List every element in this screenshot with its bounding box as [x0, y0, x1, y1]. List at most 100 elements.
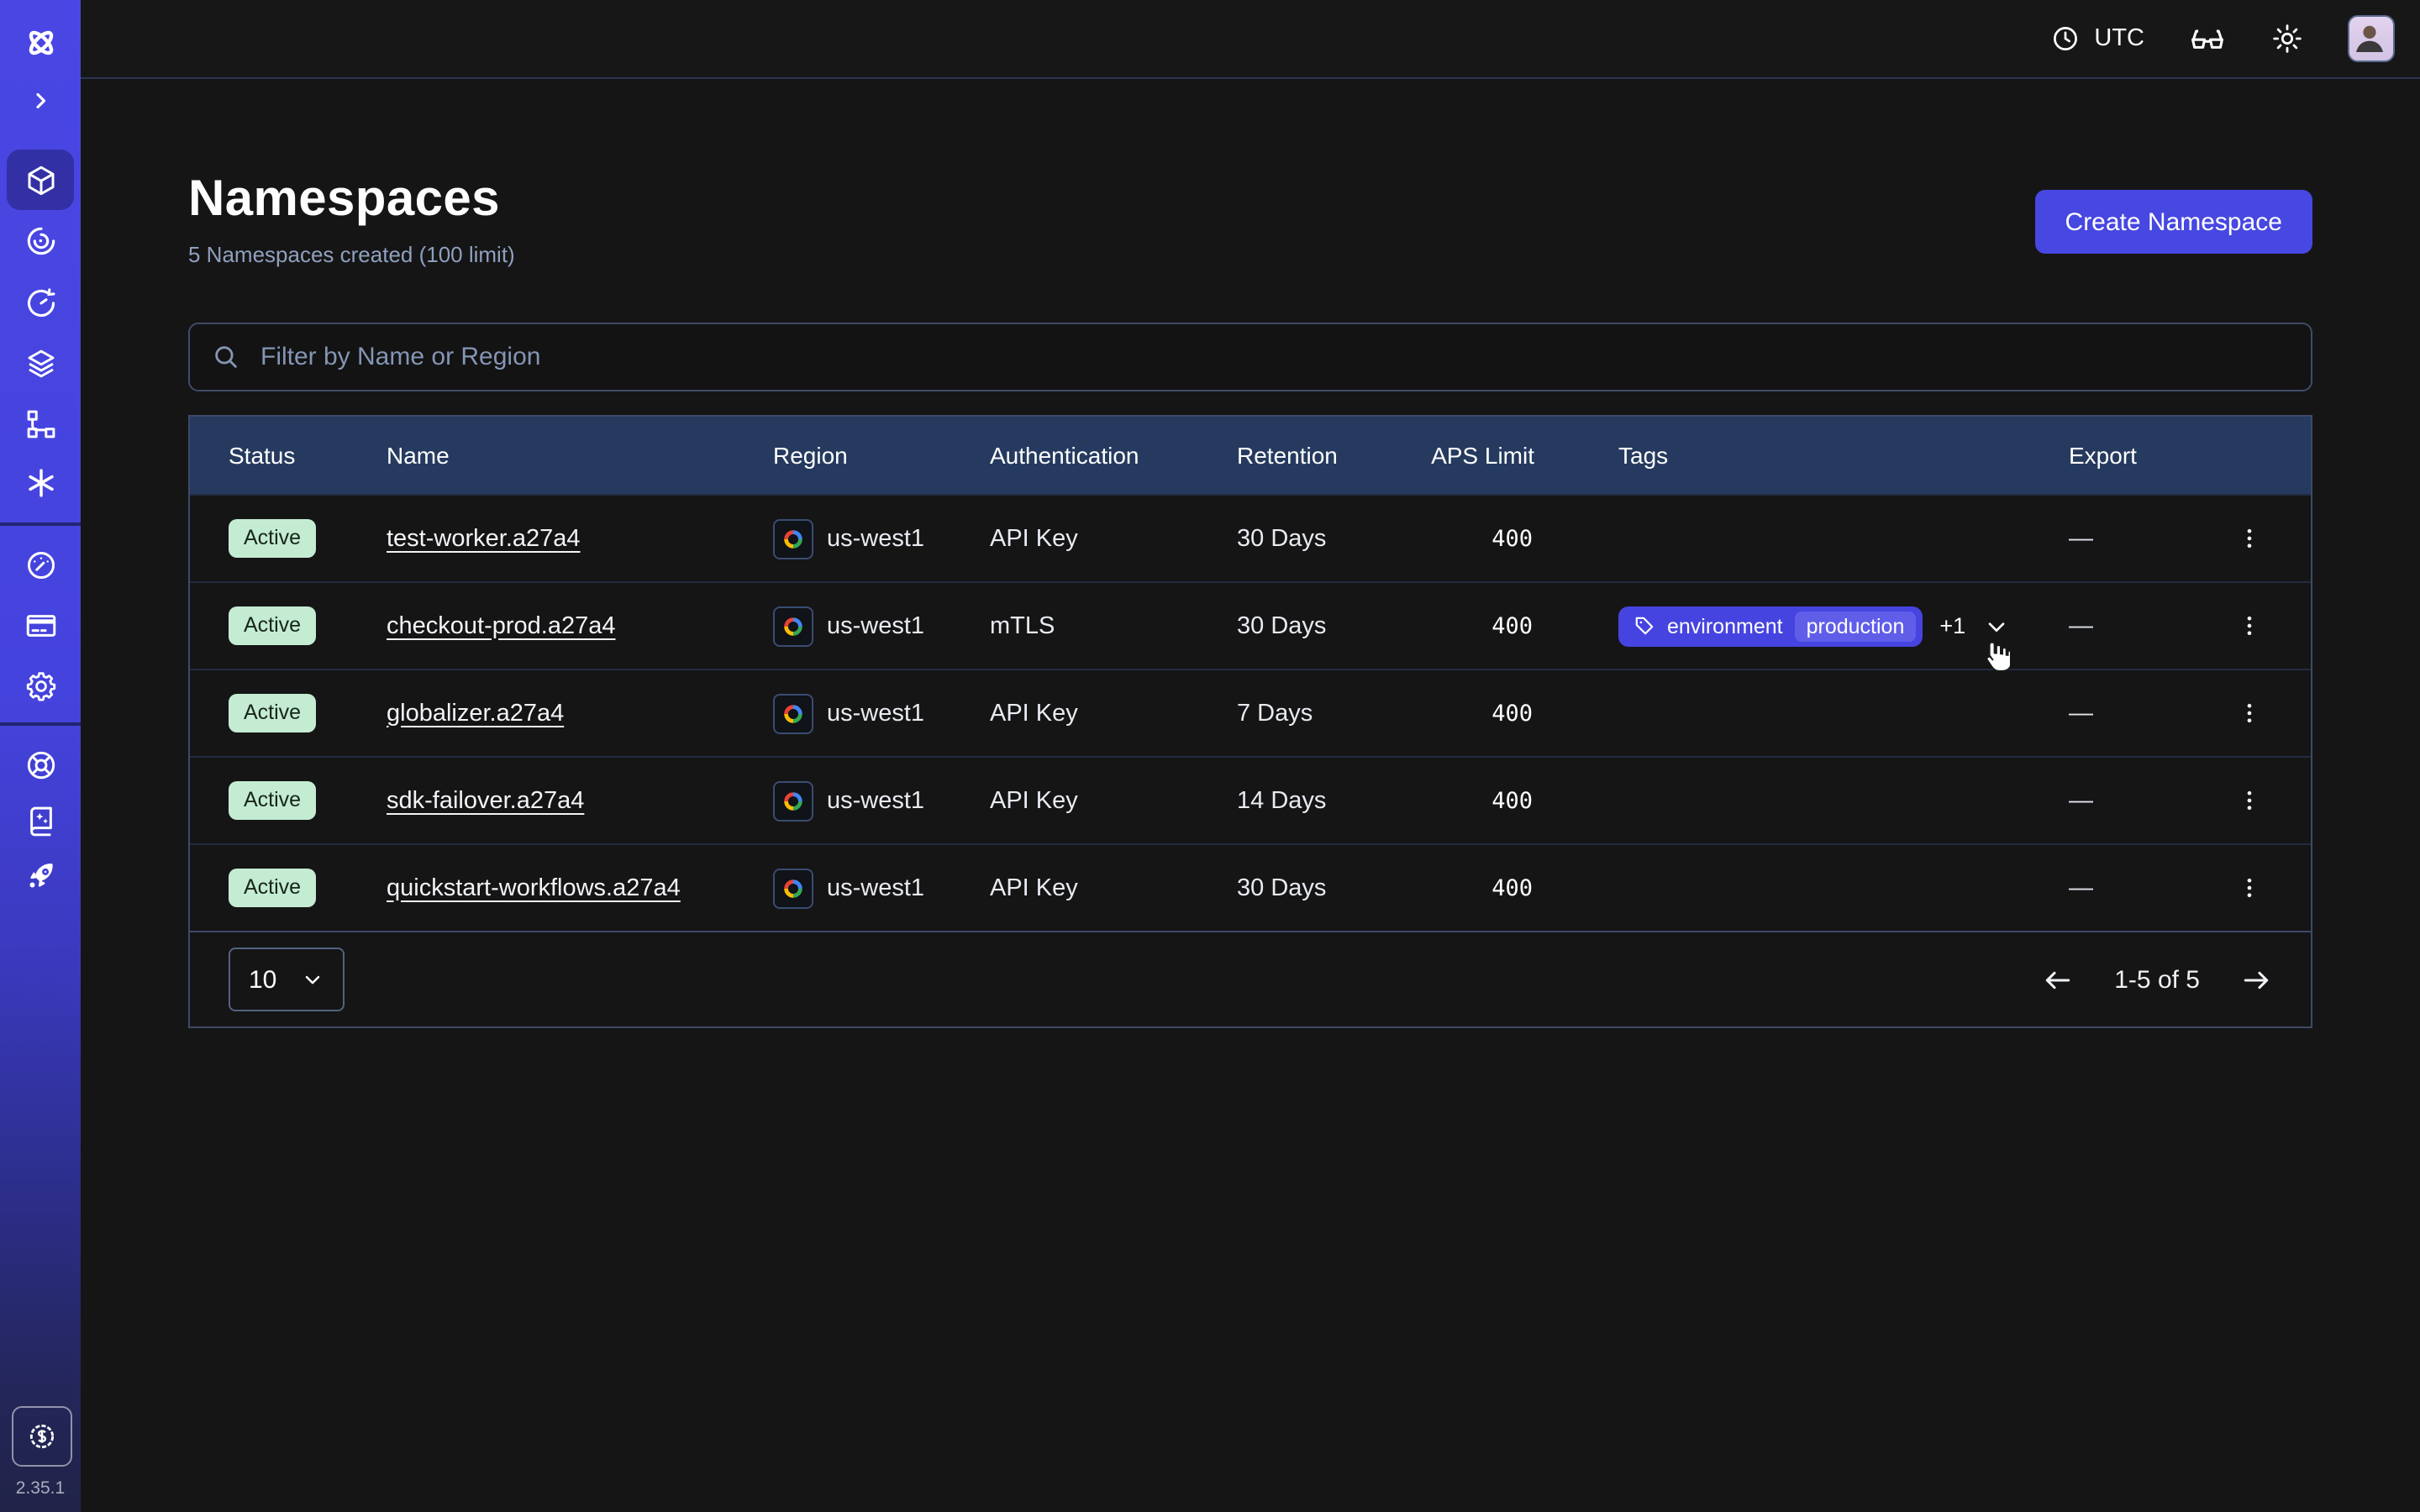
sidebar-item-namespaces[interactable]: [7, 150, 74, 210]
auth-value: API Key: [990, 787, 1237, 814]
prev-page-button[interactable]: [2042, 963, 2074, 995]
page-subtitle: 5 Namespaces created (100 limit): [188, 242, 515, 267]
main-content: Namespaces 5 Namespaces created (100 lim…: [81, 81, 2420, 1512]
column-header-aps: APS Limit: [1413, 442, 1534, 469]
book-sparkles-icon: [23, 802, 58, 837]
tag-more-count: +1: [1939, 613, 1965, 638]
table-header-row: Status Name Region Authentication Retent…: [190, 417, 2311, 494]
pricing-button[interactable]: [12, 1406, 72, 1467]
filter-input[interactable]: [257, 341, 2289, 373]
gcp-cloud-icon: [773, 606, 813, 646]
column-header-retention: Retention: [1237, 442, 1413, 469]
rocket-icon: [23, 858, 58, 893]
retention-value: 30 Days: [1237, 612, 1413, 639]
next-page-button[interactable]: [2240, 963, 2272, 995]
row-menu-button[interactable]: [2223, 875, 2275, 900]
sidebar-item-batch[interactable]: [7, 333, 74, 393]
layers-icon: [23, 345, 58, 381]
table-footer: 10 1-5 of 5: [190, 931, 2311, 1026]
gauge-icon: [23, 547, 58, 582]
table-row: Active quickstart-workflows.a27a4 us-wes…: [190, 843, 2311, 931]
asterisk-icon: [23, 465, 58, 500]
retention-value: 30 Days: [1237, 525, 1413, 552]
sidebar-item-usage[interactable]: [7, 534, 74, 595]
sidebar-item-nexus[interactable]: [7, 452, 74, 512]
region-label: us-west1: [827, 787, 924, 814]
search-icon: [212, 343, 240, 371]
gcp-cloud-icon: [773, 518, 813, 559]
tag-icon: [1634, 615, 1655, 637]
labs-toggle-button[interactable]: [2188, 19, 2227, 58]
aps-value: 400: [1413, 612, 1534, 639]
glasses-icon: [2188, 19, 2227, 58]
namespace-link[interactable]: checkout-prod.a27a4: [387, 612, 616, 639]
gcp-cloud-icon: [773, 780, 813, 821]
chevron-down-icon: [301, 968, 324, 991]
pagination-range: 1-5 of 5: [2114, 965, 2200, 994]
row-menu-button[interactable]: [2223, 613, 2275, 638]
spiral-icon: [23, 223, 58, 258]
sidebar-item-docs[interactable]: [7, 790, 74, 850]
column-header-export: Export: [2039, 442, 2223, 469]
tag-badge[interactable]: environment production: [1618, 606, 1923, 646]
namespace-link[interactable]: globalizer.a27a4: [387, 700, 564, 727]
avatar[interactable]: [2348, 15, 2395, 62]
table-row: Active test-worker.a27a4 us-west1 API Ke…: [190, 494, 2311, 581]
column-header-name: Name: [387, 442, 773, 469]
retention-value: 14 Days: [1237, 787, 1413, 814]
kebab-icon: [2237, 613, 2262, 638]
aps-value: 400: [1413, 874, 1534, 901]
auth-value: API Key: [990, 874, 1237, 901]
sidebar-item-deployments[interactable]: [7, 393, 74, 454]
chevron-down-icon[interactable]: [1982, 612, 2009, 639]
lifebuoy-icon: [23, 747, 58, 782]
aps-value: 400: [1413, 525, 1534, 552]
timezone-selector[interactable]: UTC: [2050, 24, 2144, 54]
kebab-icon: [2237, 875, 2262, 900]
arrow-left-icon: [2042, 963, 2074, 995]
sun-icon: [2270, 22, 2304, 55]
row-menu-button[interactable]: [2223, 701, 2275, 726]
app-version: 2.35.1: [0, 1478, 81, 1499]
theme-toggle-button[interactable]: [2270, 22, 2304, 55]
status-badge: Active: [229, 781, 316, 820]
sidebar-item-home[interactable]: [7, 12, 74, 72]
namespace-link[interactable]: test-worker.a27a4: [387, 525, 581, 552]
export-value: —: [2039, 874, 2223, 901]
column-header-auth: Authentication: [990, 442, 1237, 469]
namespace-link[interactable]: quickstart-workflows.a27a4: [387, 874, 681, 901]
auth-value: API Key: [990, 700, 1237, 727]
sidebar-item-get-started[interactable]: [7, 845, 74, 906]
namespaces-table: Status Name Region Authentication Retent…: [188, 415, 2312, 1028]
sidebar-item-workflows[interactable]: [7, 210, 74, 270]
row-menu-button[interactable]: [2223, 526, 2275, 551]
gcp-cloud-icon: [773, 868, 813, 908]
arrow-right-icon: [2240, 963, 2272, 995]
create-namespace-button[interactable]: Create Namespace: [2035, 190, 2312, 254]
gcp-cloud-icon: [773, 693, 813, 733]
filter-bar: [188, 323, 2312, 391]
column-header-tags: Tags: [1534, 442, 2039, 469]
page-size-value: 10: [249, 965, 276, 994]
cube-icon: [23, 162, 58, 197]
retention-value: 7 Days: [1237, 700, 1413, 727]
page-size-select[interactable]: 10: [229, 948, 345, 1011]
timer-icon: [23, 285, 58, 320]
status-badge: Active: [229, 869, 316, 907]
column-header-status: Status: [229, 442, 387, 469]
sidebar-item-support[interactable]: [7, 734, 74, 795]
page-title: Namespaces: [188, 171, 515, 228]
sidebar-item-settings[interactable]: [7, 655, 74, 716]
sidebar: 2.35.1: [0, 0, 81, 1512]
region-label: us-west1: [827, 700, 924, 727]
credit-card-icon: [23, 607, 58, 643]
branch-flow-icon: [23, 406, 58, 441]
sidebar-expand-button[interactable]: [7, 71, 74, 131]
app-window: 2.35.1 UTC Namespaces 5 Namespaces creat…: [0, 0, 2420, 1512]
status-badge: Active: [229, 519, 316, 558]
row-menu-button[interactable]: [2223, 788, 2275, 813]
namespace-link[interactable]: sdk-failover.a27a4: [387, 787, 584, 814]
sidebar-item-schedules[interactable]: [7, 272, 74, 333]
table-row: Active globalizer.a27a4 us-west1 API Key…: [190, 669, 2311, 756]
sidebar-item-billing[interactable]: [7, 595, 74, 655]
